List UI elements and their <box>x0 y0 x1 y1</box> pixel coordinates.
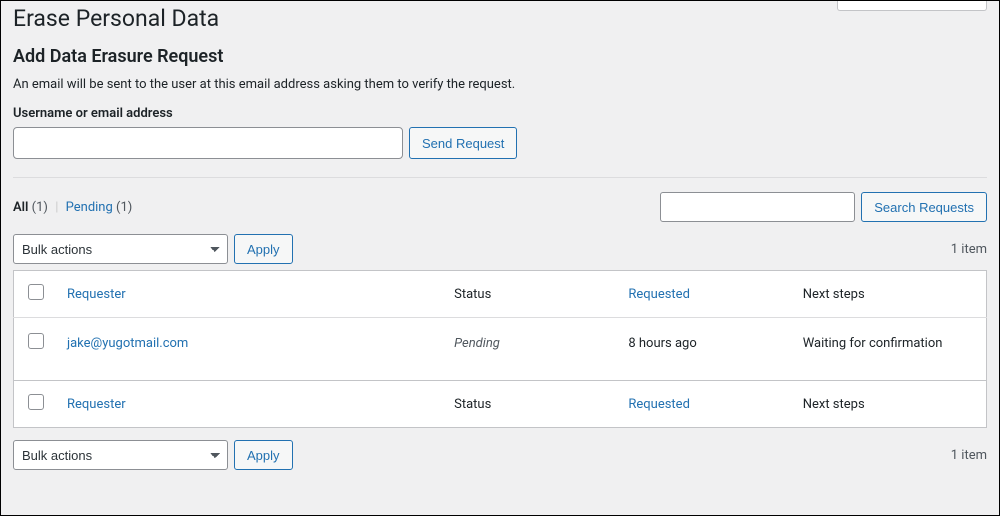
column-footer-requester[interactable]: Requester <box>57 381 444 428</box>
apply-button-top[interactable]: Apply <box>234 234 293 264</box>
column-footer-requested[interactable]: Requested <box>618 381 792 428</box>
form-heading: Add Data Erasure Request <box>13 46 987 67</box>
screen-options-stub[interactable] <box>837 1 987 11</box>
status-filter-links: All (1) | Pending (1) <box>13 200 132 215</box>
column-footer-status: Status <box>444 381 618 428</box>
requester-link[interactable]: jake@yugotmail.com <box>67 336 188 351</box>
requested-text: 8 hours ago <box>618 318 792 381</box>
email-field[interactable] <box>13 127 403 159</box>
select-all-bottom[interactable] <box>28 394 44 410</box>
email-field-label: Username or email address <box>13 106 987 121</box>
row-checkbox[interactable] <box>28 333 44 349</box>
bulk-actions-select-top[interactable]: Bulk actions <box>13 234 228 264</box>
column-header-requester[interactable]: Requester <box>57 271 444 318</box>
divider <box>13 177 987 178</box>
next-steps-text: Waiting for confirmation <box>793 318 987 381</box>
column-header-requested[interactable]: Requested <box>618 271 792 318</box>
form-description: An email will be sent to the user at thi… <box>13 77 987 92</box>
item-count-top: 1 item <box>951 242 987 257</box>
column-header-status: Status <box>444 271 618 318</box>
filter-pending[interactable]: Pending (1) <box>66 200 133 215</box>
apply-button-bottom[interactable]: Apply <box>234 440 293 470</box>
requests-table: Requester Status Requested Next steps ja… <box>13 270 987 428</box>
select-all-top[interactable] <box>28 284 44 300</box>
column-footer-next-steps: Next steps <box>793 381 987 428</box>
filter-all[interactable]: All (1) <box>13 200 48 215</box>
send-request-button[interactable]: Send Request <box>409 127 517 159</box>
item-count-bottom: 1 item <box>951 448 987 463</box>
search-requests-button[interactable]: Search Requests <box>861 192 987 222</box>
table-row: jake@yugotmail.com Pending 8 hours ago W… <box>14 318 987 381</box>
status-text: Pending <box>454 336 500 351</box>
column-header-next-steps: Next steps <box>793 271 987 318</box>
search-input[interactable] <box>660 192 855 222</box>
bulk-actions-select-bottom[interactable]: Bulk actions <box>13 440 228 470</box>
